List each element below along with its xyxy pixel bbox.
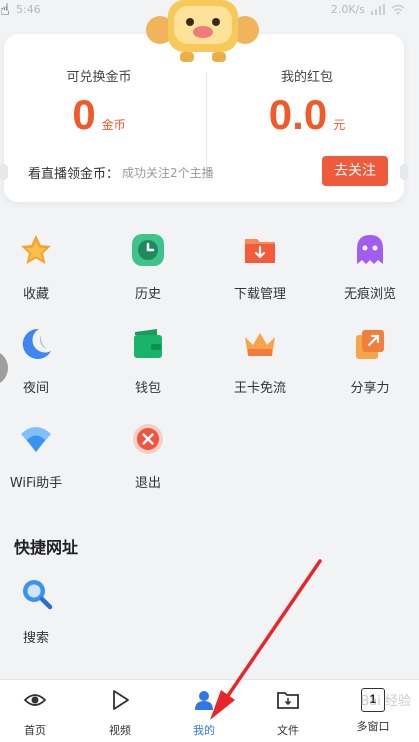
menu-item-share[interactable]: 分享力 xyxy=(320,327,419,396)
menu-item-wifi-helper[interactable]: WiFi助手 xyxy=(0,422,86,491)
nav-mine[interactable]: 我的 xyxy=(169,688,239,738)
card-notch-left xyxy=(0,164,8,180)
menu-label: 王卡免流 xyxy=(233,381,286,396)
moon-icon xyxy=(22,328,51,359)
live-task-progress: 成功关注2个主播 xyxy=(122,166,214,180)
menu-label: 夜间 xyxy=(22,381,49,396)
menu-item-night[interactable]: 夜间 xyxy=(0,327,86,396)
live-task-title: 看直播领金币： xyxy=(28,167,120,182)
play-icon xyxy=(113,690,129,710)
nav-label: 视频 xyxy=(109,724,131,737)
coins-unit: 金币 xyxy=(101,118,126,132)
nav-video[interactable]: 视频 xyxy=(85,688,155,738)
wallet-icon xyxy=(134,329,162,358)
menu-label: 历史 xyxy=(134,287,161,302)
menu-item-history[interactable]: 历史 xyxy=(98,233,198,302)
share-icon xyxy=(356,330,384,359)
menu-label: 无痕浏览 xyxy=(343,287,396,302)
redpack-unit: 元 xyxy=(333,118,346,132)
menu-label: 钱包 xyxy=(134,381,161,396)
nav-home[interactable]: 首页 xyxy=(0,688,70,738)
user-icon xyxy=(195,691,213,710)
menu-item-favorites[interactable]: 收藏 xyxy=(0,233,86,302)
eye-icon xyxy=(23,694,47,706)
search-icon xyxy=(23,580,53,610)
coins-label: 可兑换金币 xyxy=(66,70,132,85)
nav-label: 我的 xyxy=(193,724,215,737)
live-task-row: 看直播领金币： 成功关注2个主播 去关注 xyxy=(0,156,408,196)
card-notch-right xyxy=(400,164,408,180)
status-time: 5:46 xyxy=(16,3,41,16)
menu-label: WiFi助手 xyxy=(9,476,63,491)
coins-value-row: 0 金币 xyxy=(4,91,194,139)
menu-label: 收藏 xyxy=(22,287,49,302)
crown-icon xyxy=(245,333,275,356)
coins-value: 0 xyxy=(72,91,96,138)
menu-item-free-data[interactable]: 王卡免流 xyxy=(210,327,310,396)
menu-item-incognito[interactable]: 无痕浏览 xyxy=(320,233,419,302)
close-circle-icon xyxy=(133,424,163,454)
watermark: Bai 经验 xyxy=(360,694,411,709)
coins-stat[interactable]: 可兑换金币 0 金币 xyxy=(4,66,194,139)
quick-links-title: 快捷网址 xyxy=(14,538,79,557)
mouse-cursor-icon: ☝ xyxy=(0,0,10,19)
file-download-icon xyxy=(277,692,299,709)
redpack-value-row: 0.0 元 xyxy=(212,91,402,139)
menu-item-wallet[interactable]: 钱包 xyxy=(98,327,198,396)
redpack-label: 我的红包 xyxy=(280,70,333,85)
menu-label: 分享力 xyxy=(350,381,390,396)
menu-label: 搜索 xyxy=(22,631,49,646)
bottom-navigation: 首页 视频 我的 文件 1 多窗口 xyxy=(0,679,419,742)
menu-item-logout[interactable]: 退出 xyxy=(98,422,198,491)
nav-files[interactable]: 文件 xyxy=(253,688,323,738)
lion-mascot-icon xyxy=(146,0,259,62)
network-speed: 2.0K/s xyxy=(330,3,365,16)
wifi-icon xyxy=(21,427,51,452)
menu-item-downloads[interactable]: 下载管理 xyxy=(210,233,310,302)
quick-link-search[interactable]: 搜索 xyxy=(0,577,86,646)
star-icon xyxy=(21,235,51,264)
wifi-status-icon xyxy=(391,4,405,15)
download-folder-icon xyxy=(245,239,275,263)
redpack-stat[interactable]: 我的红包 0.0 元 xyxy=(212,66,402,139)
follow-button[interactable]: 去关注 xyxy=(322,156,388,186)
menu-label: 下载管理 xyxy=(233,287,286,302)
nav-label: 多窗口 xyxy=(356,720,390,733)
signal-icon xyxy=(371,4,385,15)
nav-label: 首页 xyxy=(24,724,46,737)
menu-label: 退出 xyxy=(134,476,161,491)
redpack-value: 0.0 xyxy=(268,91,328,138)
ghost-icon xyxy=(357,235,383,264)
status-right: 2.0K/s xyxy=(331,3,405,16)
nav-label: 文件 xyxy=(277,724,299,737)
clock-icon xyxy=(132,234,164,266)
